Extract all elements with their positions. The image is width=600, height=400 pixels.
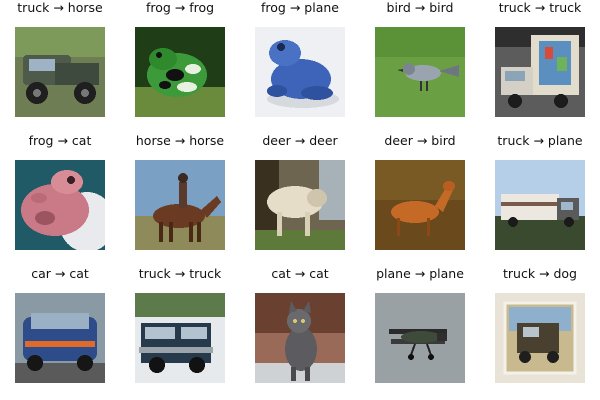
green-spotted-frog-image: [135, 27, 225, 117]
image-caption: plane → plane: [376, 266, 464, 281]
image-cell: truck → plane: [480, 133, 600, 266]
image-cell: deer → deer: [240, 133, 360, 266]
image-caption: frog → plane: [261, 0, 339, 15]
image-caption: cat → cat: [271, 266, 329, 281]
box-truck-image: [495, 27, 585, 117]
grey-cat-image: [255, 293, 345, 383]
image-cell: horse → horse: [120, 133, 240, 266]
image-cell: car → cat: [0, 266, 120, 399]
image-cell: frog → cat: [0, 133, 120, 266]
image-caption: truck → dog: [502, 266, 577, 281]
prediction-grid: truck → horse frog → frog frog → plane b…: [0, 0, 600, 400]
image-caption: deer → bird: [384, 133, 456, 148]
image-cell: deer → bird: [360, 133, 480, 266]
pink-frog-image: [15, 160, 105, 250]
image-cell: truck → dog: [480, 266, 600, 399]
image-caption: frog → cat: [28, 133, 92, 148]
image-cell: frog → plane: [240, 0, 360, 133]
image-cell: frog → frog: [120, 0, 240, 133]
image-cell: cat → cat: [240, 266, 360, 399]
truck-in-frame-image: [495, 293, 585, 383]
image-caption: truck → truck: [498, 0, 582, 15]
image-cell: bird → bird: [360, 0, 480, 133]
image-cell: truck → truck: [120, 266, 240, 399]
image-caption: deer → deer: [262, 133, 338, 148]
biplane-image: [375, 293, 465, 383]
small-bird-on-grass-image: [375, 27, 465, 117]
image-caption: frog → frog: [145, 0, 215, 15]
image-caption: horse → horse: [135, 133, 225, 148]
blue-frog-image: [255, 27, 345, 117]
image-cell: truck → truck: [480, 0, 600, 133]
image-cell: truck → horse: [0, 0, 120, 133]
white-truck-image: [495, 160, 585, 250]
dark-truck-image: [135, 293, 225, 383]
image-caption: bird → bird: [386, 0, 454, 15]
orange-deer-image: [375, 160, 465, 250]
horse-with-rider-image: [135, 160, 225, 250]
image-caption: truck → plane: [497, 133, 583, 148]
image-caption: car → cat: [31, 266, 89, 281]
image-cell: plane → plane: [360, 266, 480, 399]
image-caption: truck → truck: [138, 266, 222, 281]
image-caption: truck → horse: [17, 0, 103, 15]
pickup-truck-image: [15, 27, 105, 117]
white-animal-image: [255, 160, 345, 250]
blue-car-image: [15, 293, 105, 383]
